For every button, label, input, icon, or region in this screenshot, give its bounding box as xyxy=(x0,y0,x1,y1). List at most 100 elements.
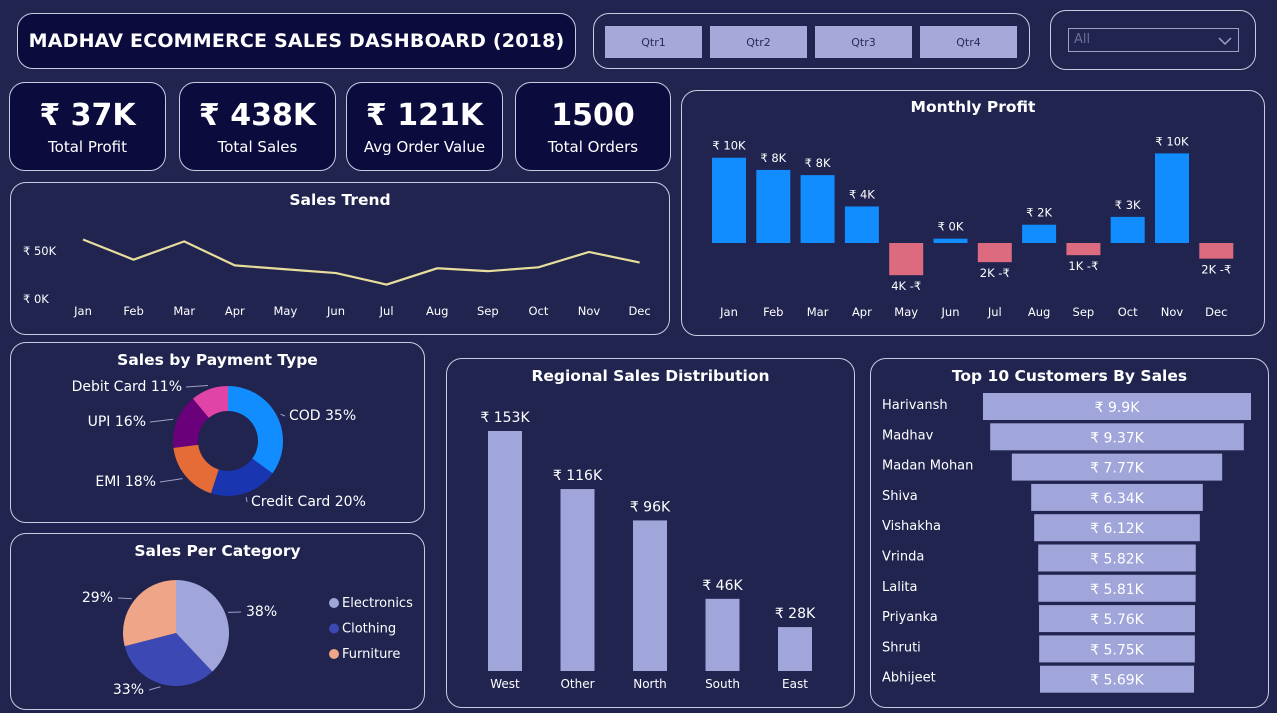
qtr1-button[interactable]: Qtr1 xyxy=(605,26,702,58)
payment-slice xyxy=(228,386,283,474)
region-data-label: ₹ 116K xyxy=(553,468,603,484)
customer-data-label: ₹ 5.82K xyxy=(1090,552,1145,568)
profit-bar xyxy=(933,238,968,243)
profit-data-label: ₹ 0K xyxy=(938,220,964,234)
leader-line xyxy=(185,384,209,388)
profit-data-label: ₹ 4K xyxy=(849,187,875,201)
customer-name: Lalita xyxy=(882,580,918,595)
leader-line xyxy=(148,686,161,691)
category-slice-label: 29% xyxy=(82,590,113,606)
kpi-label: Total Sales xyxy=(217,137,298,156)
payment-slice-label: Credit Card 20% xyxy=(251,494,366,510)
trend-line xyxy=(82,238,640,286)
x-tick-label: May xyxy=(894,305,918,319)
category-slice-label: 38% xyxy=(246,604,277,620)
leader-line xyxy=(149,418,174,423)
profit-data-label: ₹ 10K xyxy=(1155,134,1189,148)
profit-data-label: 2K -₹ xyxy=(980,266,1010,280)
filter-dropdown[interactable]: All xyxy=(1068,28,1239,52)
payment-slice-label: COD 35% xyxy=(289,408,356,424)
x-tick-label: Jan xyxy=(719,305,738,319)
x-tick-label: Oct xyxy=(1118,305,1138,319)
legend-marker xyxy=(329,598,339,608)
x-tick-label: Mar xyxy=(173,304,195,318)
x-tick-label: Feb xyxy=(763,305,783,319)
payment-slice xyxy=(173,444,219,494)
customer-data-label: ₹ 7.77K xyxy=(1090,461,1145,477)
customer-name: Shruti xyxy=(882,640,921,655)
qtr4-button[interactable]: Qtr4 xyxy=(920,26,1017,58)
leader-line xyxy=(159,478,183,483)
x-tick-label: Oct xyxy=(528,304,548,318)
monthly-profit-chart: ₹ 10K Jan ₹ 8K Feb ₹ 8K Mar ₹ 4K Apr 4K -₹ May ₹ 0… xyxy=(712,134,1234,319)
customer-name: Priyanka xyxy=(882,610,938,625)
legend-marker xyxy=(329,649,339,659)
customer-name: Vrinda xyxy=(882,550,924,565)
customer-name: Vishakha xyxy=(882,519,941,534)
customer-name: Madan Mohan xyxy=(882,459,973,474)
profit-data-label: 1K -₹ xyxy=(1068,259,1098,273)
top-customers-chart: ₹ 9.9K Harivansh ₹ 9.37K Madhav ₹ 7.77K Madan… xyxy=(882,393,1251,693)
x-tick-label: North xyxy=(633,677,667,691)
x-tick-label: Dec xyxy=(628,304,650,318)
category-slice-label: 33% xyxy=(113,682,144,698)
legend-label: Furniture xyxy=(342,647,400,662)
x-tick-label: Sep xyxy=(1073,305,1095,319)
kpi-value: 1500 xyxy=(551,97,635,133)
payment-slice-label: EMI 18% xyxy=(95,474,156,490)
customer-name: Abhijeet xyxy=(882,671,936,686)
kpi-value: ₹ 121K xyxy=(365,97,484,133)
kpi-avg-order-value: ₹ 121K Avg Order Value xyxy=(346,82,503,171)
x-tick-label: May xyxy=(274,304,298,318)
x-tick-label: Jan xyxy=(73,304,92,318)
customer-name: Harivansh xyxy=(882,398,948,413)
x-tick-label: Apr xyxy=(852,305,872,319)
profit-bar xyxy=(1066,243,1101,256)
kpi-label: Total Profit xyxy=(48,137,127,156)
region-bar xyxy=(560,489,595,671)
region-bar xyxy=(778,627,812,671)
regional-sales-card: Regional Sales Distribution ₹ 153K West ₹ … xyxy=(446,358,855,708)
customer-data-label: ₹ 5.69K xyxy=(1090,673,1145,689)
payment-type-card: Sales by Payment Type COD 35% Credit Card… xyxy=(10,342,425,523)
qtr3-button[interactable]: Qtr3 xyxy=(815,26,912,58)
x-tick-label: Nov xyxy=(1161,305,1184,319)
customer-data-label: ₹ 9.9K xyxy=(1095,400,1141,416)
profit-bar xyxy=(800,175,835,243)
kpi-label: Total Orders xyxy=(547,137,639,156)
profit-bar xyxy=(756,169,791,243)
profit-bar xyxy=(1022,224,1057,243)
category-chart: 38% Electronics 33% Clothing 29% Furniture xyxy=(82,580,413,698)
customer-data-label: ₹ 9.37K xyxy=(1090,430,1145,446)
profit-bar xyxy=(977,243,1012,263)
leader-line xyxy=(245,497,248,503)
profit-data-label: 2K -₹ xyxy=(1201,263,1231,277)
profit-data-label: ₹ 10K xyxy=(712,139,746,153)
region-data-label: ₹ 46K xyxy=(702,578,743,594)
customer-data-label: ₹ 6.34K xyxy=(1090,491,1145,507)
profit-bar xyxy=(1155,153,1189,243)
region-bar xyxy=(633,520,667,671)
y-tick-label: ₹ 50K xyxy=(23,244,57,258)
chevron-down-icon[interactable] xyxy=(1218,34,1232,48)
region-data-label: ₹ 96K xyxy=(630,499,671,515)
payment-type-chart: COD 35% Credit Card 20% EMI 18% UPI 16% Debi… xyxy=(72,379,366,510)
x-tick-label: Other xyxy=(560,677,594,691)
profit-data-label: ₹ 2K xyxy=(1026,206,1052,220)
x-tick-label: South xyxy=(705,677,740,691)
x-tick-label: Sep xyxy=(477,304,499,318)
x-tick-label: Jun xyxy=(326,304,345,318)
kpi-total-profit: ₹ 37K Total Profit xyxy=(9,82,166,171)
monthly-profit-card: Monthly Profit ₹ 10K Jan ₹ 8K Feb ₹ 8K Mar ₹ 4… xyxy=(681,90,1265,336)
profit-data-label: ₹ 8K xyxy=(805,156,831,170)
qtr2-button[interactable]: Qtr2 xyxy=(710,26,807,58)
kpi-total-sales: ₹ 438K Total Sales xyxy=(179,82,336,171)
customer-data-label: ₹ 5.81K xyxy=(1090,582,1145,598)
legend-label: Electronics xyxy=(342,596,413,611)
profit-bar xyxy=(844,206,879,243)
profit-data-label: ₹ 8K xyxy=(760,151,786,165)
region-bar xyxy=(488,431,522,671)
x-tick-label: Jun xyxy=(941,305,960,319)
payment-slice-label: UPI 16% xyxy=(88,414,146,430)
y-tick-label: ₹ 0K xyxy=(23,292,49,306)
